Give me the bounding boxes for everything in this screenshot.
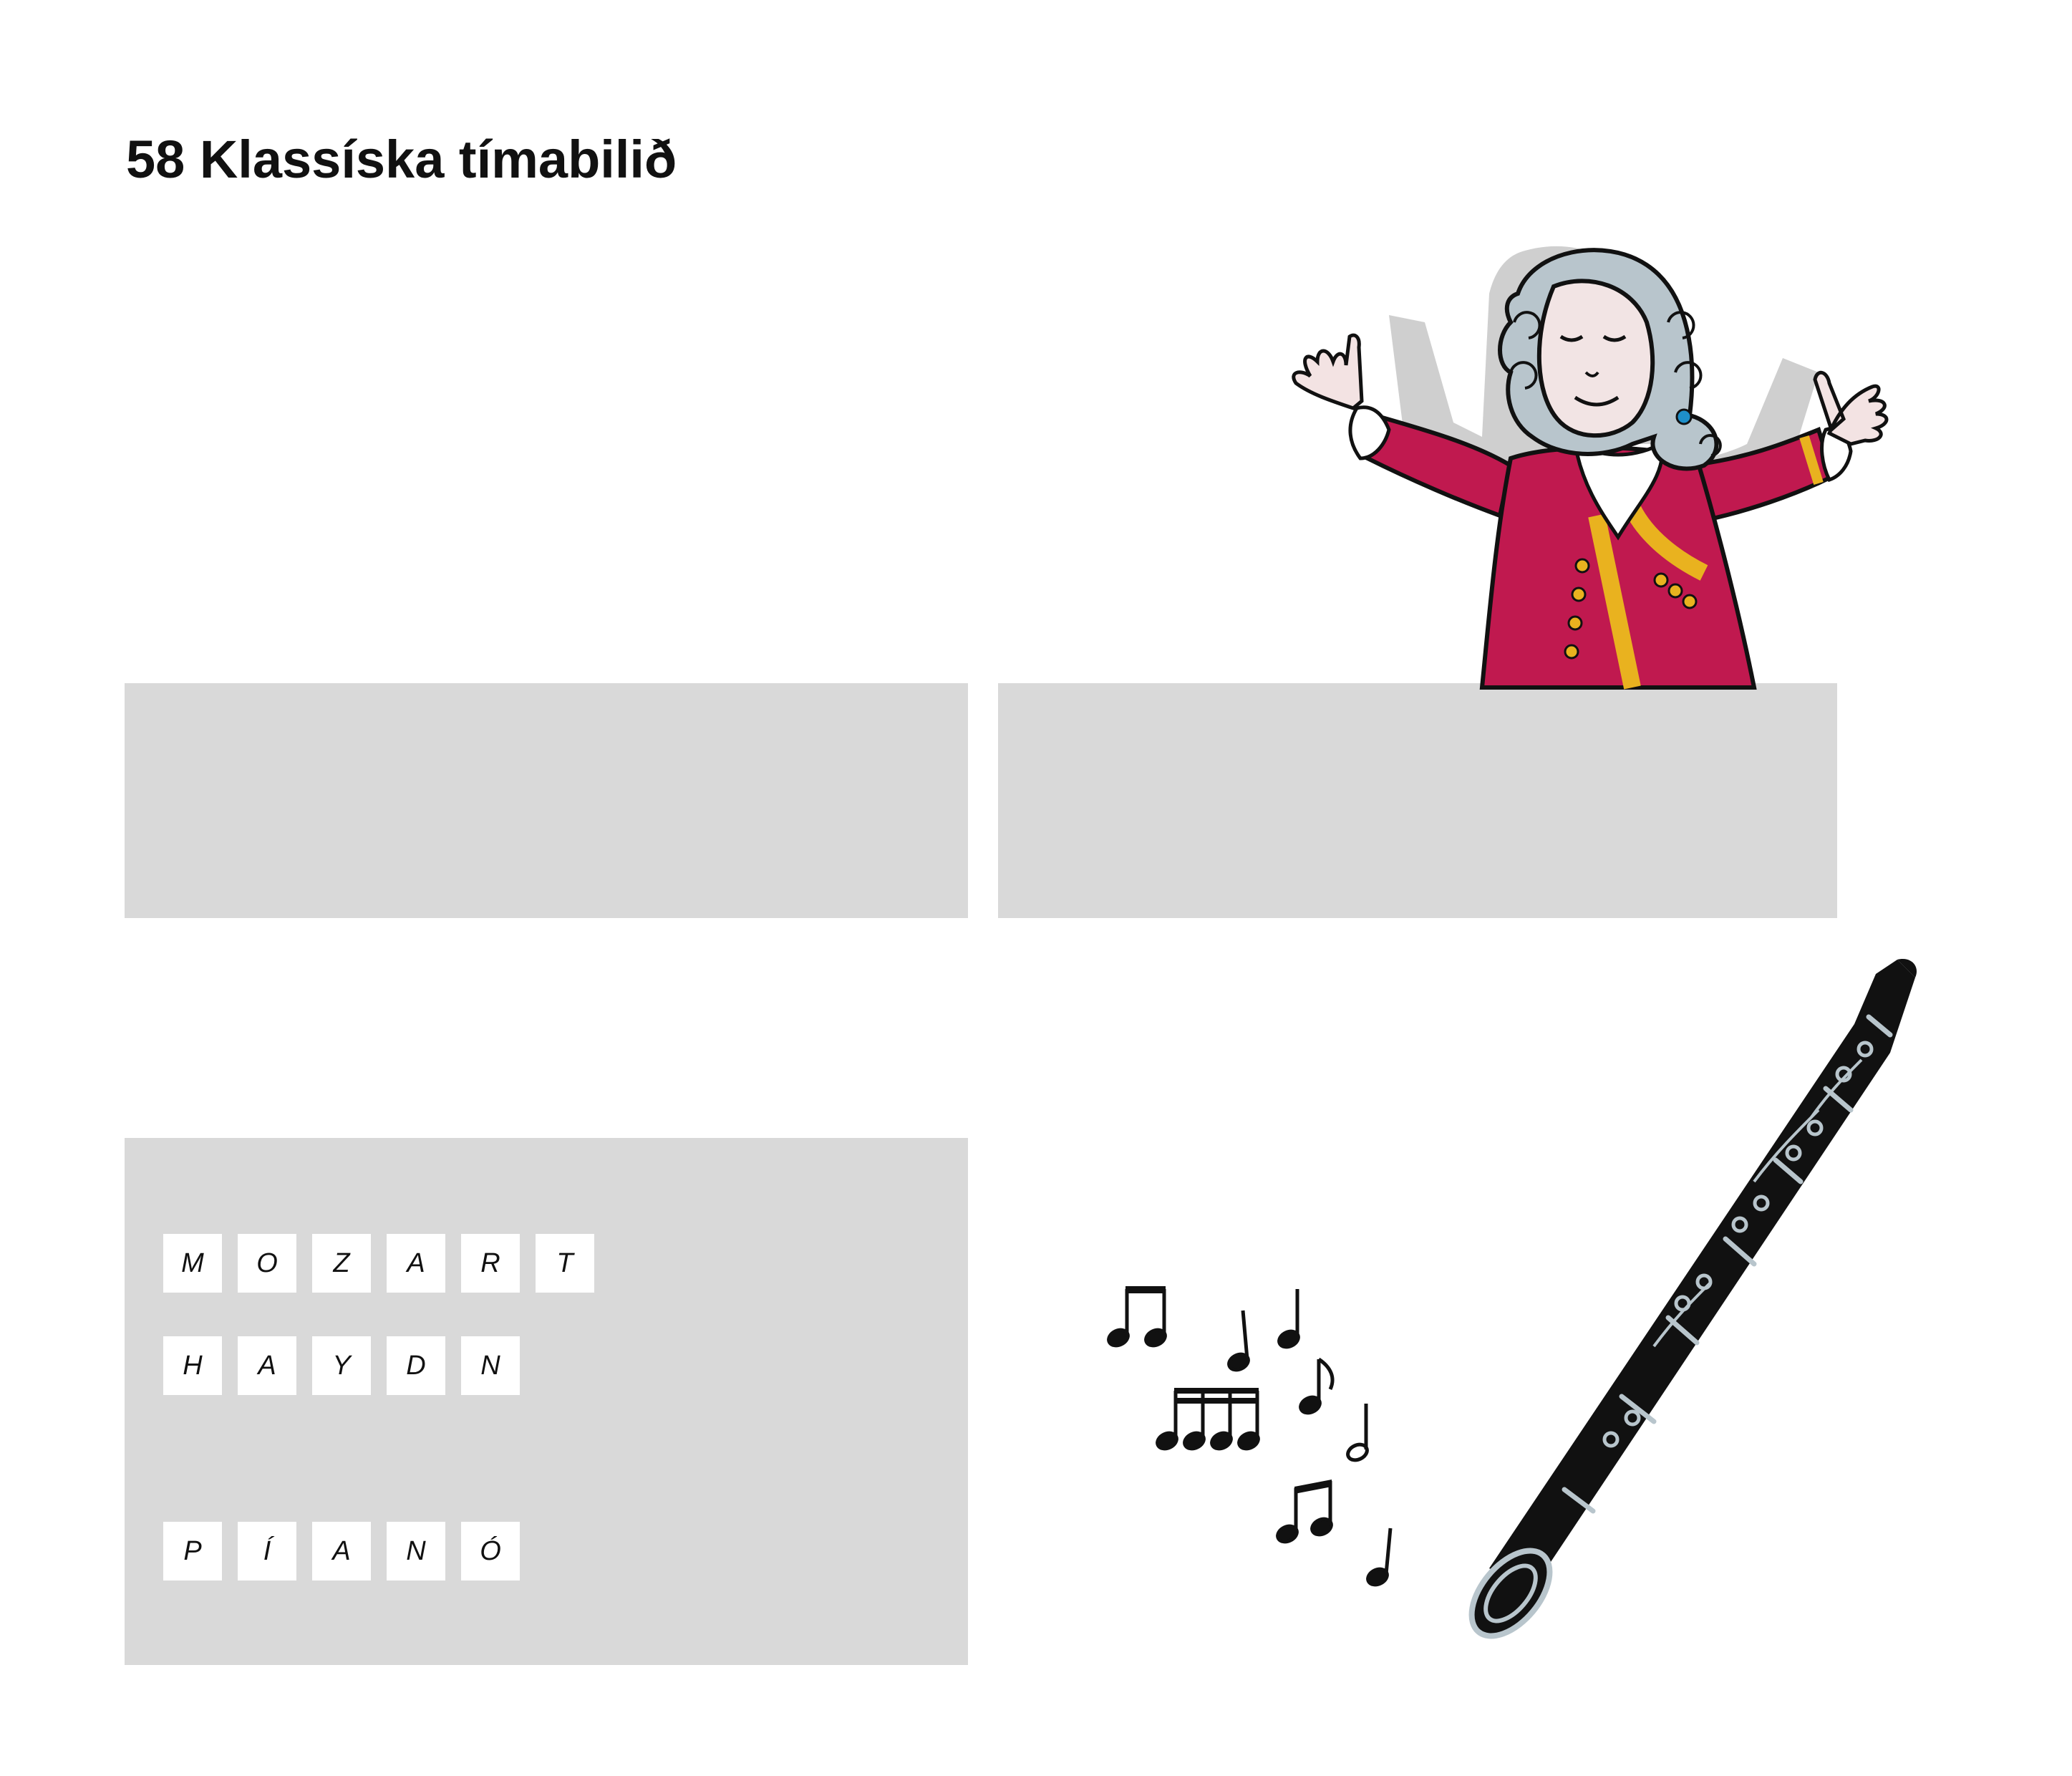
word-tile-box xyxy=(125,1138,968,1665)
clarinet xyxy=(1468,959,1917,1639)
clarinet-illustration xyxy=(1468,959,1917,1639)
word-tiles-row-1: M O Z A R T xyxy=(163,1234,594,1293)
answer-box-2 xyxy=(998,683,1837,918)
letter-tile: A xyxy=(238,1336,296,1395)
letter-tile: N xyxy=(461,1336,520,1395)
letter-tile: D xyxy=(387,1336,445,1395)
answer-box-1 xyxy=(125,683,968,918)
face xyxy=(1536,279,1655,438)
letter-tile: A xyxy=(312,1522,371,1580)
music-notes-illustration xyxy=(1107,1286,1393,1587)
left-hand xyxy=(1292,333,1364,410)
letter-tile: N xyxy=(387,1522,445,1580)
letter-tile: Ó xyxy=(461,1522,520,1580)
letter-tile: M xyxy=(163,1234,222,1293)
word-tiles-row-3: P Í A N Ó xyxy=(163,1522,520,1580)
letter-tile: Y xyxy=(312,1336,371,1395)
letter-tile: T xyxy=(536,1234,594,1293)
composer-illustration xyxy=(1292,246,1889,690)
letter-tile: Z xyxy=(312,1234,371,1293)
letter-tile: P xyxy=(163,1522,222,1580)
letter-tile: A xyxy=(387,1234,445,1293)
letter-tile: O xyxy=(238,1234,296,1293)
letter-tile: Í xyxy=(238,1522,296,1580)
word-tiles-row-2: H A Y D N xyxy=(163,1336,520,1395)
letter-tile: H xyxy=(163,1336,222,1395)
letter-tile: R xyxy=(461,1234,520,1293)
page-title: 58 Klassíska tímabilið xyxy=(126,130,677,189)
